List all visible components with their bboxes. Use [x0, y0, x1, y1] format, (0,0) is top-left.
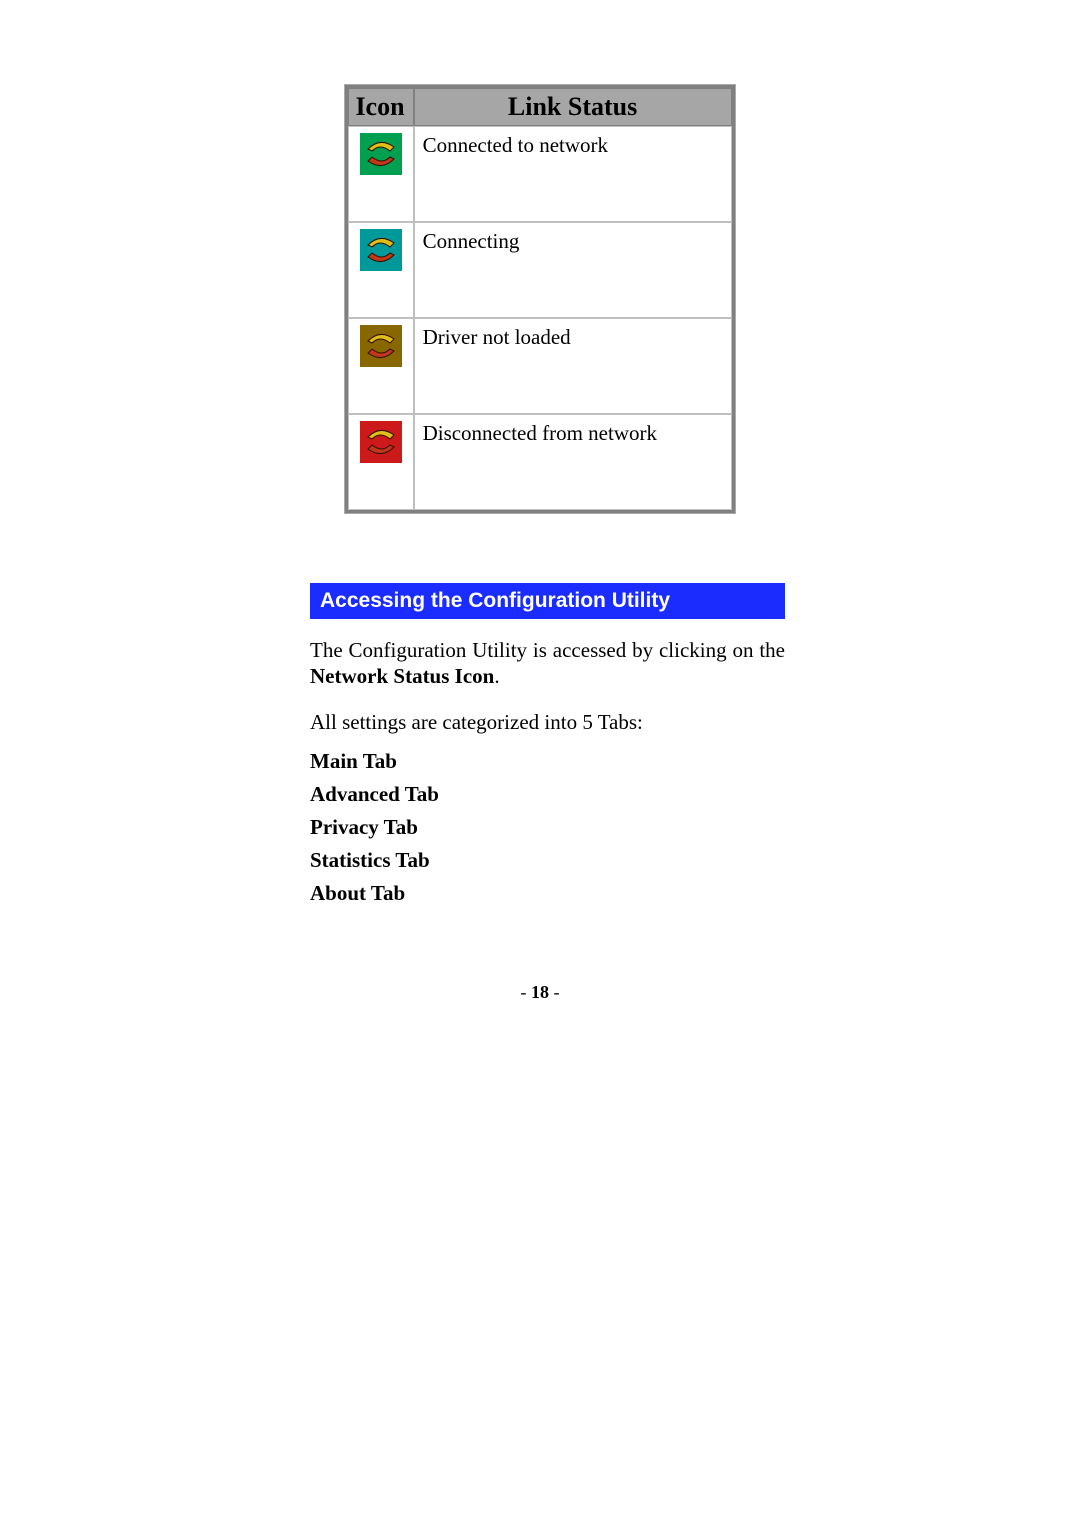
status-desc-disconnected: Disconnected from network: [414, 414, 732, 510]
tab-item-advanced: Advanced Tab: [310, 782, 785, 807]
document-page: Icon Link Status Connected to network: [0, 0, 1080, 1528]
tab-item-main: Main Tab: [310, 749, 785, 774]
tabs-intro: All settings are categorized into 5 Tabs…: [310, 710, 785, 735]
network-status-icon-connecting: [360, 229, 402, 271]
table-row: Driver not loaded: [348, 318, 731, 414]
tab-item-statistics: Statistics Tab: [310, 848, 785, 873]
status-desc-connected: Connected to network: [414, 126, 732, 222]
header-icon: Icon: [348, 88, 413, 126]
icon-cell-driver: [348, 318, 413, 414]
tab-item-privacy: Privacy Tab: [310, 815, 785, 840]
icon-cell-connecting: [348, 222, 413, 318]
body-para-bold-network-status-icon: Network Status Icon: [310, 664, 494, 688]
network-status-icon-disconnected: [360, 421, 402, 463]
body-para-prefix: The Configuration Utility is accessed by…: [310, 638, 785, 662]
table-row: Connected to network: [348, 126, 731, 222]
icon-cell-connected: [348, 126, 413, 222]
table-header-row: Icon Link Status: [348, 88, 731, 126]
tab-item-about: About Tab: [310, 881, 785, 906]
body-para-suffix: .: [494, 664, 499, 688]
table-row: Connecting: [348, 222, 731, 318]
network-status-icon-connected: [360, 133, 402, 175]
status-desc-driver: Driver not loaded: [414, 318, 732, 414]
table-row: Disconnected from network: [348, 414, 731, 510]
body-paragraph: The Configuration Utility is accessed by…: [310, 637, 785, 690]
page-number-dash-left: -: [521, 982, 532, 1002]
page-number-dash-right: -: [549, 982, 560, 1002]
section-heading: Accessing the Configuration Utility: [310, 583, 785, 619]
page-number: - 18 -: [0, 982, 1080, 1003]
link-status-table: Icon Link Status Connected to network: [345, 85, 734, 513]
icon-cell-disconnected: [348, 414, 413, 510]
status-desc-connecting: Connecting: [414, 222, 732, 318]
network-status-icon-driver-not-loaded: [360, 325, 402, 367]
tabs-list: Main Tab Advanced Tab Privacy Tab Statis…: [310, 749, 785, 906]
page-number-value: 18: [531, 982, 549, 1002]
header-link-status: Link Status: [414, 88, 732, 126]
